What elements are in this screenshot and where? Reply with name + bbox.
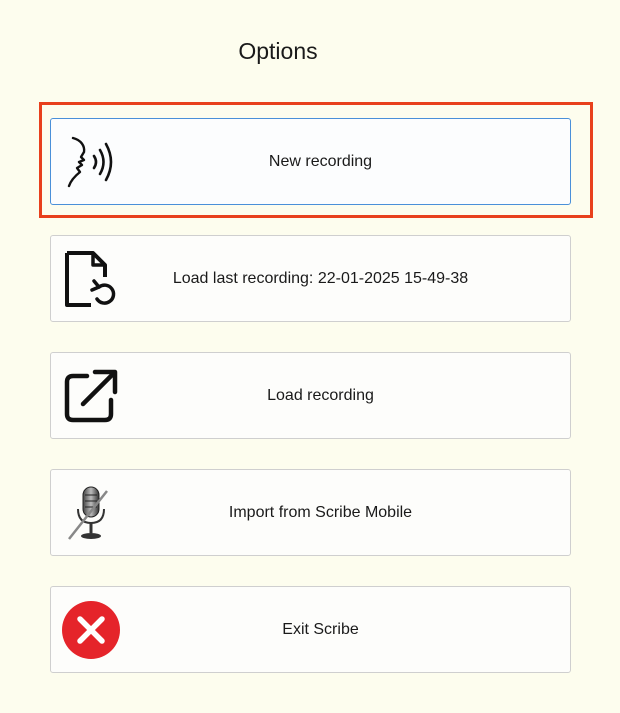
close-circle-icon xyxy=(61,600,121,660)
import-scribe-mobile-button[interactable]: Import from Scribe Mobile xyxy=(50,469,571,556)
microphone-muted-icon xyxy=(61,483,121,543)
load-last-recording-label: Load last recording: 22-01-2025 15-49-38 xyxy=(172,269,469,287)
speaking-head-icon xyxy=(61,132,121,192)
exit-scribe-label: Exit Scribe xyxy=(282,620,359,638)
external-open-icon xyxy=(61,366,121,426)
load-last-recording-button[interactable]: Load last recording: 22-01-2025 15-49-38 xyxy=(50,235,571,322)
exit-scribe-button[interactable]: Exit Scribe xyxy=(50,586,571,673)
new-recording-button[interactable]: New recording xyxy=(50,118,571,205)
page-title: Options xyxy=(238,38,318,64)
load-recording-label: Load recording xyxy=(267,386,374,404)
file-restore-icon xyxy=(61,249,121,309)
new-recording-label: New recording xyxy=(268,152,373,170)
load-recording-button[interactable]: Load recording xyxy=(50,352,571,439)
import-scribe-mobile-label: Import from Scribe Mobile xyxy=(228,503,413,521)
